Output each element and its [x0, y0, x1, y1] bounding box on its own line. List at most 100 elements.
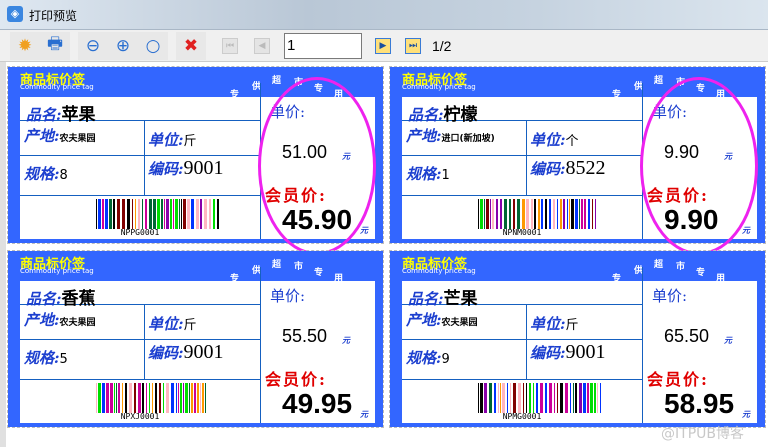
barcode-bar [480, 383, 483, 413]
highlight-circle [258, 77, 376, 255]
barcode-bar [581, 199, 583, 229]
barcode-bar [213, 199, 215, 229]
next-page-icon[interactable]: ▶ [375, 37, 391, 54]
barcode-bar [536, 383, 538, 413]
barcode-bar [178, 383, 179, 413]
origin-field: 产地:农夫果园 [406, 311, 478, 329]
barcode-bar [554, 383, 555, 413]
settings-gear-icon[interactable]: ✹ [10, 33, 40, 59]
barcode-bar [125, 383, 127, 413]
barcode-bar [105, 199, 108, 229]
preview-area: 商品标价签 Commodity price tag 专供超市专用 品名:苹果 产地… [0, 62, 768, 447]
barcode-bar [571, 199, 574, 229]
barcode-bar [145, 199, 147, 229]
barcode-bar [526, 199, 529, 229]
barcode-bar [588, 199, 590, 229]
price-label-card: 商品标价签 Commodity price tag 专供超市专用 品名:柠檬 产地… [389, 66, 766, 255]
last-page-icon[interactable]: ⏭ [405, 37, 421, 54]
currency: 元 [342, 336, 350, 345]
barcode-bar [569, 199, 570, 229]
barcode-bar [517, 199, 520, 229]
slogan-char: 专 [314, 268, 324, 278]
barcode-bar [149, 199, 152, 229]
barcode-bar [134, 383, 136, 413]
prev-page-icon[interactable]: ◀ [254, 37, 270, 54]
barcode-bar [507, 383, 508, 413]
barcode [478, 383, 603, 413]
barcode-bar [502, 383, 505, 413]
barcode-bar [557, 383, 558, 413]
barcode-bar [541, 199, 543, 229]
barcode-bar [110, 383, 113, 413]
barcode-bar [513, 199, 515, 229]
barcode-bar [484, 383, 487, 413]
barcode-bar [522, 199, 525, 229]
barcode-bar [171, 383, 174, 413]
unit-field: 单位:个 [530, 131, 579, 149]
barcode-bar [118, 383, 120, 413]
barcode-bar [135, 199, 136, 229]
barcode-bar [116, 383, 117, 413]
barcode-bar [549, 383, 552, 413]
barcode-bar [200, 383, 201, 413]
watermark: @ITPUB博客 [661, 426, 744, 442]
barcode-bar [122, 199, 125, 229]
first-page-icon[interactable]: ⏮ [222, 37, 238, 54]
barcode-bar [573, 383, 574, 413]
barcode-bar [480, 199, 483, 229]
origin-field: 产地:进口(新加坡) [406, 127, 495, 145]
barcode-bar [545, 383, 547, 413]
barcode-bar [132, 199, 133, 229]
barcode-bar [523, 383, 524, 413]
barcode-bar [579, 199, 580, 229]
close-icon[interactable]: ✖ [176, 33, 206, 59]
barcode-bar [191, 383, 193, 413]
barcode-bar [164, 199, 165, 229]
barcode-bar [492, 199, 494, 229]
name-field: 品名:芒果 [408, 289, 478, 309]
origin-field: 产地:农夫果园 [24, 127, 96, 145]
barcode-bar [549, 199, 551, 229]
barcode-bar [538, 199, 540, 229]
barcode-bar [185, 383, 188, 413]
barcode-bar [166, 383, 169, 413]
barcode-bar [478, 199, 479, 229]
barcode [96, 383, 207, 413]
unit-field: 单位:斤 [148, 131, 197, 149]
zoom-out-icon[interactable]: ⊖ [78, 33, 108, 59]
barcode-bar [113, 199, 115, 229]
barcode-bar [500, 383, 501, 413]
label-subtitle: Commodity price tag [20, 267, 94, 275]
name-field: 品名:苹果 [26, 105, 96, 125]
unit-price-label: 单价: [652, 287, 688, 305]
slogan-char: 超 [654, 76, 664, 86]
zoom-fit-icon[interactable]: ○ [138, 33, 168, 59]
barcode-bar [181, 199, 182, 229]
app-icon: ◈ [7, 6, 23, 22]
member-price-label: 会员价: [265, 370, 327, 389]
barcode-bar [149, 383, 150, 413]
barcode-bar [584, 199, 586, 229]
barcode-bar [533, 383, 534, 413]
barcode-bar [518, 383, 521, 413]
barcode-bar [595, 199, 596, 229]
barcode-bar [557, 199, 558, 229]
barcode-bar [567, 199, 568, 229]
barcode-bar [534, 199, 536, 229]
barcode-bar [142, 383, 144, 413]
member-price-label: 会员价: [647, 370, 709, 389]
barcode-bar [509, 199, 511, 229]
barcode-bar [127, 199, 130, 229]
zoom-in-icon[interactable]: ⊕ [108, 33, 138, 59]
print-icon[interactable]: 🖶 [40, 33, 70, 59]
barcode-bar [161, 199, 163, 229]
barcode-bar [196, 199, 199, 229]
barcode-bar [153, 199, 156, 229]
barcode-text: NPXJ0001 [120, 412, 160, 421]
barcode-text: NPPG0001 [120, 228, 160, 237]
barcode-bar [180, 383, 182, 413]
page-number-input[interactable] [284, 32, 362, 59]
barcode [96, 199, 221, 229]
barcode-bar [114, 383, 115, 413]
toolbar: ✹ 🖶 ⊖ ⊕ ○ ✖ ⏮ ◀ ▶ ⏭ 1/2 [0, 30, 768, 62]
